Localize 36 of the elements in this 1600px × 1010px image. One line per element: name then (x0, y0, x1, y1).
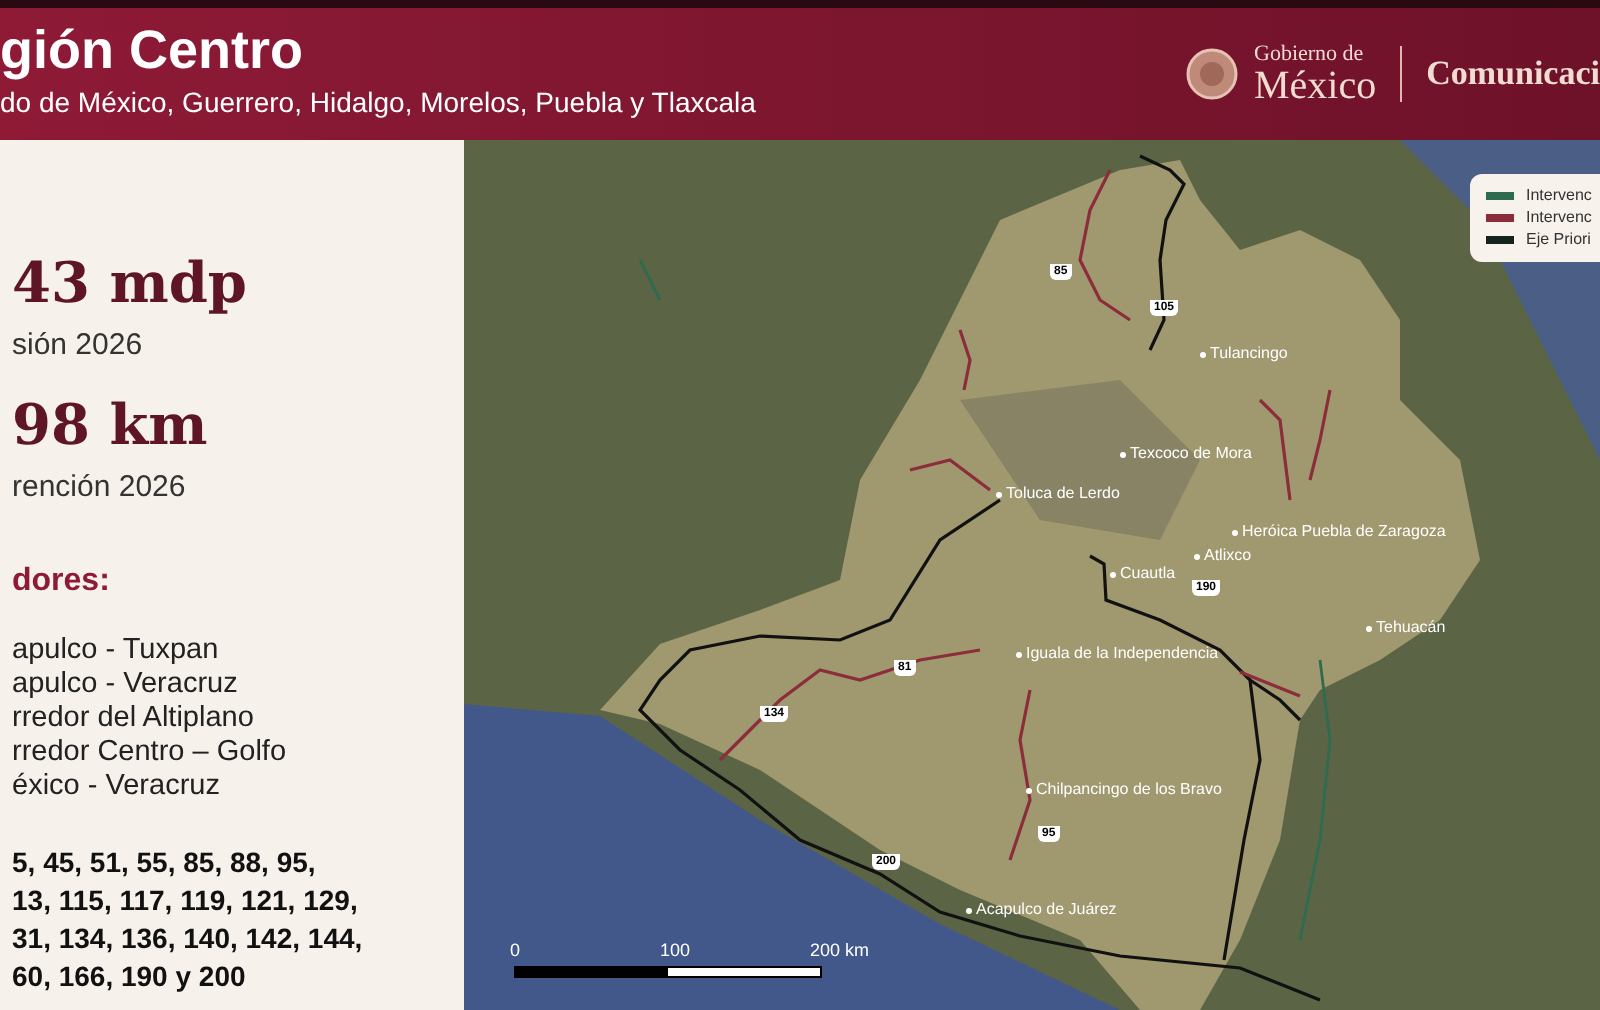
city-label: Texcoco de Mora (1120, 446, 1252, 462)
city-label: Acapulco de Juárez (966, 902, 1117, 918)
city-label: Tehuacán (1366, 620, 1446, 636)
corridor-item: éxico - Veracruz (12, 770, 222, 804)
city-label: Cuautla (1110, 566, 1176, 582)
city-label: Iguala de la Independencia (1016, 646, 1219, 662)
city-label: Toluca de Lerdo (996, 486, 1120, 502)
corridors-heading: dores: (12, 562, 112, 602)
highway-list-line: 60, 166, 190 y 200 (12, 958, 248, 996)
agency-name: Comunicaci (1426, 52, 1600, 97)
highway-list-line: 5, 45, 51, 55, 85, 88, 95, (12, 844, 318, 882)
legend-label: Intervenc (1526, 186, 1592, 206)
stat-value: 43 mdp (12, 256, 249, 312)
highway-list-line: 13, 115, 117, 119, 121, 129, (12, 882, 360, 920)
page-title: gión Centro (0, 18, 305, 85)
scale-label: 100 (660, 942, 691, 960)
page-subtitle: do de México, Guerrero, Hidalgo, Morelos, Puebla y Tlaxcala (0, 86, 756, 122)
city-label: Chilpancingo de los Bravo (1026, 782, 1222, 798)
city-label: Heróica Puebla de Zaragoza (1232, 524, 1446, 540)
stat-label: rención 2026 (12, 467, 188, 507)
logo-line: Gobierno de (1254, 43, 1366, 65)
emblem-icon (1186, 48, 1239, 100)
logo-line: México (1254, 65, 1377, 105)
corridor-item: rredor del Altiplano (12, 702, 256, 736)
corridor-item: apulco - Tuxpan (12, 634, 221, 668)
highway-list-line: 31, 134, 136, 140, 142, 144, (12, 920, 365, 958)
legend-label: Intervenc (1526, 208, 1592, 228)
stat-value: 98 km (12, 397, 210, 453)
corridor-item: rredor Centro – Golfo (12, 736, 289, 770)
city-label: Atlixco (1194, 548, 1252, 564)
legend-label: Eje Priori (1526, 230, 1591, 250)
corridor-item: apulco - Veracruz (12, 668, 240, 702)
city-label: Tulancingo (1200, 346, 1288, 362)
scale-label: 200 km (810, 942, 870, 960)
stat-label: sión 2026 (12, 326, 145, 366)
scale-label: 0 (510, 942, 521, 960)
